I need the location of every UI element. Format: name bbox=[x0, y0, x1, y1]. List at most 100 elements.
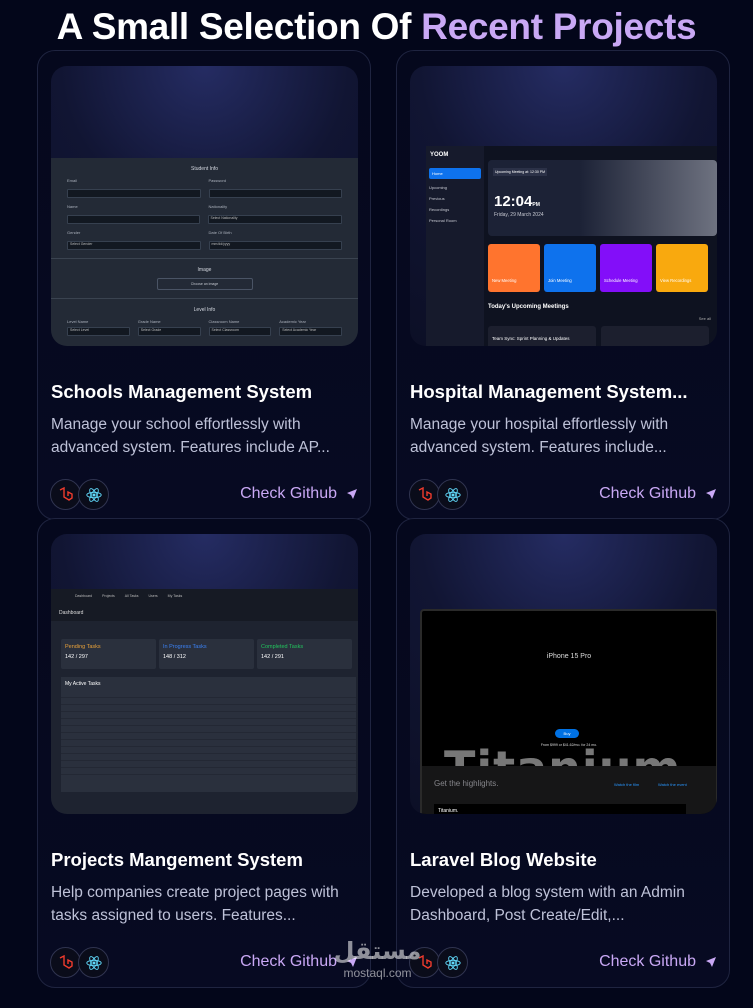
mock-model: iPhone 15 Pro bbox=[546, 653, 592, 660]
mock-table-row bbox=[61, 719, 356, 726]
form-label: Email bbox=[67, 178, 78, 183]
mock-nav-item: Users bbox=[148, 594, 158, 598]
project-card: YOOM Home Upcoming Previous Recordings P… bbox=[396, 50, 730, 520]
heading-text: A Small Selection Of bbox=[56, 6, 422, 47]
heading-accent-text: Recent Projects bbox=[421, 6, 697, 47]
arrow-icon bbox=[347, 957, 357, 967]
mock-nav-item: Projects bbox=[102, 594, 115, 598]
form-label: Password bbox=[208, 178, 227, 183]
mock-buy-button: Buy bbox=[555, 729, 579, 738]
form-label: Academic Year bbox=[279, 319, 306, 324]
mock-table-row bbox=[61, 691, 356, 698]
mock-nav-item: Home bbox=[429, 168, 481, 179]
mock-stat-value: 142 / 297 bbox=[65, 654, 88, 660]
form-field bbox=[67, 215, 200, 224]
mock-stat-label: In Progress Tasks bbox=[163, 644, 207, 650]
mock-stat-value: 148 / 312 bbox=[163, 654, 186, 660]
mock-badge: Upcoming Meeting at: 12:30 PM bbox=[493, 168, 547, 176]
mock-table-row bbox=[61, 747, 356, 754]
mock-table-row bbox=[61, 733, 356, 740]
mock-event-link: Watch the event bbox=[658, 782, 687, 787]
mock-tile: Join Meeting bbox=[544, 244, 596, 292]
laravel-icon bbox=[409, 479, 440, 510]
form-label: Name bbox=[67, 204, 78, 209]
mock-stat-card: In Progress Tasks 148 / 312 bbox=[159, 639, 254, 669]
check-github-link[interactable]: Check Github bbox=[599, 485, 717, 503]
arrow-icon bbox=[347, 489, 357, 499]
project-preview-image: Student Info Email Password Name Nationali… bbox=[51, 66, 358, 346]
mock-nav-item: Personal Room bbox=[429, 218, 457, 223]
mock-subtitle: Today's Upcoming Meetings bbox=[488, 304, 569, 310]
form-label: Grade Name bbox=[137, 319, 161, 324]
mock-nav-item: Recordings bbox=[429, 207, 450, 212]
mock-date: Friday, 29 March 2024 bbox=[494, 212, 544, 218]
mock-table-row bbox=[61, 740, 356, 747]
student-form-mock: Student Info Email Password Name Nationali… bbox=[51, 158, 358, 346]
project-preview-image: iPhone 15 Pro Titanium Buy From $999 or … bbox=[410, 534, 717, 814]
form-section-title: Level Info bbox=[193, 307, 216, 313]
mock-table-row bbox=[61, 726, 356, 733]
link-label: Check Github bbox=[599, 953, 696, 970]
link-label: Check Github bbox=[599, 485, 696, 502]
mock-table-row bbox=[61, 768, 356, 775]
react-icon bbox=[437, 947, 468, 978]
check-github-link[interactable]: Check Github bbox=[240, 953, 358, 971]
mock-stat-label: Pending Tasks bbox=[65, 644, 101, 650]
react-icon bbox=[78, 947, 109, 978]
project-preview-image: YOOM Home Upcoming Previous Recordings P… bbox=[410, 66, 717, 346]
project-card: iPhone 15 Pro Titanium Buy From $999 or … bbox=[396, 518, 730, 988]
project-description: Developed a blog system with an Admin Da… bbox=[410, 884, 685, 924]
laravel-icon bbox=[409, 947, 440, 978]
mock-brand: YOOM bbox=[430, 152, 449, 158]
project-description: Manage your school effortlessly with adv… bbox=[51, 416, 330, 456]
check-github-link[interactable]: Check Github bbox=[599, 953, 717, 971]
form-select: Select Gender bbox=[67, 241, 201, 250]
mock-page-title: Dashboard bbox=[51, 605, 358, 621]
mock-price: From $999 or $41.62/mo. for 24 mo. bbox=[540, 743, 598, 747]
project-title: Laravel Blog Website bbox=[410, 849, 597, 870]
mock-watch-link: Watch the film bbox=[614, 782, 640, 787]
mock-nav-item: My Tasks bbox=[167, 594, 183, 598]
mock-caption: Titanium. bbox=[434, 804, 686, 814]
form-select: Select Grade bbox=[137, 327, 201, 336]
check-github-link[interactable]: Check Github bbox=[240, 485, 358, 503]
form-select: Select Nationality bbox=[207, 215, 342, 224]
project-card: Dashboard Projects All Tasks Users My Ta… bbox=[37, 518, 371, 988]
react-icon bbox=[437, 479, 468, 510]
mock-table-row bbox=[61, 705, 356, 712]
mock-table-row bbox=[61, 754, 356, 761]
project-preview-image: Dashboard Projects All Tasks Users My Ta… bbox=[51, 534, 358, 814]
apple-page-mock: iPhone 15 Pro Titanium Buy From $999 or … bbox=[420, 609, 717, 814]
mock-meeting-card: Team Sync: Sprint Planning & Updates bbox=[488, 326, 596, 346]
mock-tile-label: View Recordings bbox=[660, 278, 692, 283]
mock-meeting-card bbox=[601, 326, 709, 346]
project-description: Help companies create project pages with… bbox=[51, 884, 339, 924]
project-title: Hospital Management System... bbox=[410, 381, 688, 402]
form-section-title: Image bbox=[197, 267, 212, 273]
mock-navbar: Dashboard Projects All Tasks Users My Ta… bbox=[51, 589, 358, 605]
mock-nav-item: Dashboard bbox=[75, 594, 93, 598]
mock-stat-value: 142 / 291 bbox=[261, 654, 284, 660]
mock-tile-label: Schedule Meeting bbox=[604, 278, 638, 283]
form-label: Date Of Birth bbox=[208, 230, 232, 235]
project-card: Student Info Email Password Name Nationali… bbox=[37, 50, 371, 520]
project-description: Manage your hospital effortlessly with a… bbox=[410, 416, 669, 456]
mock-see-all: See all bbox=[698, 316, 711, 321]
mock-nav-item: Upcoming bbox=[429, 185, 448, 190]
project-title: Schools Management System bbox=[51, 381, 313, 402]
form-select: Select Academic Year bbox=[279, 327, 342, 336]
mock-tile: New Meeting bbox=[488, 244, 540, 292]
project-title: Projects Mangement System bbox=[51, 849, 303, 870]
mock-tile-label: Join Meeting bbox=[548, 278, 572, 283]
form-select: Select Level bbox=[67, 327, 130, 336]
link-label: Check Github bbox=[240, 953, 337, 970]
mock-tile: Schedule Meeting bbox=[600, 244, 652, 292]
mock-time-suffix: PM bbox=[532, 202, 540, 208]
mock-nav-item: Previous bbox=[429, 196, 445, 201]
form-label: Level Name bbox=[67, 319, 89, 324]
mock-highlights: Get the highlights. Watch the film Watch… bbox=[422, 766, 716, 814]
link-label: Check Github bbox=[240, 485, 337, 502]
yoom-dashboard-mock: YOOM Home Upcoming Previous Recordings P… bbox=[426, 146, 717, 346]
arrow-icon bbox=[706, 957, 716, 967]
mock-stat-card: Pending Tasks 142 / 297 bbox=[61, 639, 156, 669]
